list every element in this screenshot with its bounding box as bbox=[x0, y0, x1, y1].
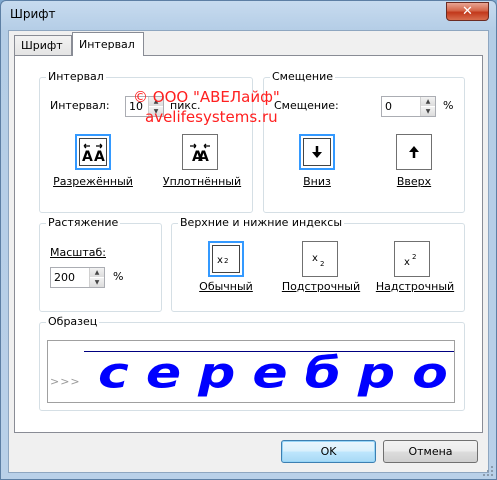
svg-text:A: A bbox=[82, 149, 93, 163]
font-dialog-window: Шрифт ✕ Шрифт Интервал Интервал Интервал… bbox=[0, 0, 497, 480]
preview-marker: >>> bbox=[50, 375, 81, 388]
sample-group-title: Образец bbox=[46, 315, 100, 328]
svg-text:2: 2 bbox=[224, 257, 228, 265]
expanded-label: Разрежённый bbox=[53, 175, 133, 188]
expanded-button[interactable]: A A bbox=[75, 134, 111, 170]
superscript-icon: x 2 bbox=[404, 253, 416, 267]
window-title: Шрифт bbox=[10, 7, 56, 21]
normal-text-icon: x 2 bbox=[217, 255, 228, 266]
arrow-up-icon bbox=[409, 146, 419, 158]
stretch-group: Растяжение Масштаб: 200 ▲ ▼ % bbox=[39, 216, 162, 312]
svg-text:2: 2 bbox=[412, 253, 416, 261]
scale-up-arrow-icon[interactable]: ▲ bbox=[90, 268, 104, 277]
scale-unit: % bbox=[113, 270, 124, 283]
svg-text:x: x bbox=[404, 257, 410, 267]
watermark-company: © ООО "АВЕЛайф" bbox=[133, 88, 280, 106]
tab-interval[interactable]: Интервал bbox=[72, 32, 144, 56]
scale-value[interactable]: 200 bbox=[54, 271, 75, 284]
up-button[interactable] bbox=[396, 134, 432, 170]
interval-group-title: Интервал bbox=[46, 70, 106, 83]
dialog-client-area: Шрифт Интервал Интервал Интервал: 10 ▲ ▼… bbox=[8, 30, 489, 473]
subscript-button[interactable]: x 2 bbox=[302, 241, 338, 277]
offset-unit: % bbox=[443, 99, 454, 112]
offset-field-label: Смещение: bbox=[274, 99, 339, 112]
title-bar[interactable]: Шрифт ✕ bbox=[1, 1, 496, 29]
normal-script-button[interactable]: x 2 bbox=[208, 241, 244, 277]
scale-spinbox[interactable]: 200 ▲ ▼ bbox=[50, 267, 105, 288]
sample-text: серебро bbox=[98, 349, 455, 399]
offset-down-arrow-icon[interactable]: ▼ bbox=[421, 107, 435, 116]
offset-value[interactable]: 0 bbox=[385, 100, 392, 113]
resize-grip-icon[interactable] bbox=[482, 465, 494, 477]
sample-preview: >>> серебро bbox=[47, 340, 455, 403]
interval-tab-panel: Интервал Интервал: 10 ▲ ▼ пикс. A A Разр… bbox=[14, 55, 483, 433]
stretch-group-title: Растяжение bbox=[46, 216, 121, 229]
svg-text:A: A bbox=[198, 149, 209, 163]
subscript-label: Подстрочный bbox=[281, 280, 361, 293]
subscript-icon: x 2 bbox=[312, 253, 324, 267]
tab-font[interactable]: Шрифт bbox=[14, 35, 72, 56]
watermark-site: avelifesystems.ru bbox=[145, 108, 278, 126]
up-label: Вверх bbox=[396, 175, 432, 188]
offset-up-arrow-icon[interactable]: ▲ bbox=[421, 97, 435, 106]
interval-field-label: Интервал: bbox=[50, 99, 110, 112]
index-group: Верхние и нижние индексы x 2 Обычный x 2… bbox=[171, 216, 465, 312]
svg-text:2: 2 bbox=[320, 260, 324, 267]
offset-group: Смещение Смещение: 0 ▲ ▼ % Вниз Вверх bbox=[263, 70, 465, 213]
svg-text:x: x bbox=[217, 255, 223, 266]
offset-group-title: Смещение bbox=[270, 70, 335, 83]
scale-down-arrow-icon[interactable]: ▼ bbox=[90, 278, 104, 287]
normal-script-label: Обычный bbox=[199, 280, 253, 293]
condensed-spacing-icon: A A bbox=[190, 143, 210, 163]
down-label: Вниз bbox=[303, 175, 331, 188]
index-group-title: Верхние и нижние индексы bbox=[178, 216, 345, 229]
sample-group: Образец >>> серебро bbox=[39, 315, 465, 411]
close-button[interactable]: ✕ bbox=[446, 2, 489, 21]
offset-spinbox[interactable]: 0 ▲ ▼ bbox=[381, 96, 436, 117]
ok-button[interactable]: OK bbox=[281, 440, 376, 463]
scale-field-label: Масштаб: bbox=[50, 246, 106, 259]
down-button[interactable] bbox=[299, 134, 335, 170]
arrow-down-icon bbox=[312, 146, 322, 158]
svg-text:A: A bbox=[94, 149, 105, 163]
superscript-label: Надстрочный bbox=[375, 280, 455, 293]
cancel-button[interactable]: Отмена bbox=[383, 440, 478, 463]
expanded-spacing-icon: A A bbox=[82, 143, 105, 163]
svg-text:x: x bbox=[312, 253, 318, 264]
condensed-label: Уплотнённый bbox=[162, 175, 242, 188]
condensed-button[interactable]: A A bbox=[182, 134, 218, 170]
superscript-button[interactable]: x 2 bbox=[394, 241, 430, 277]
